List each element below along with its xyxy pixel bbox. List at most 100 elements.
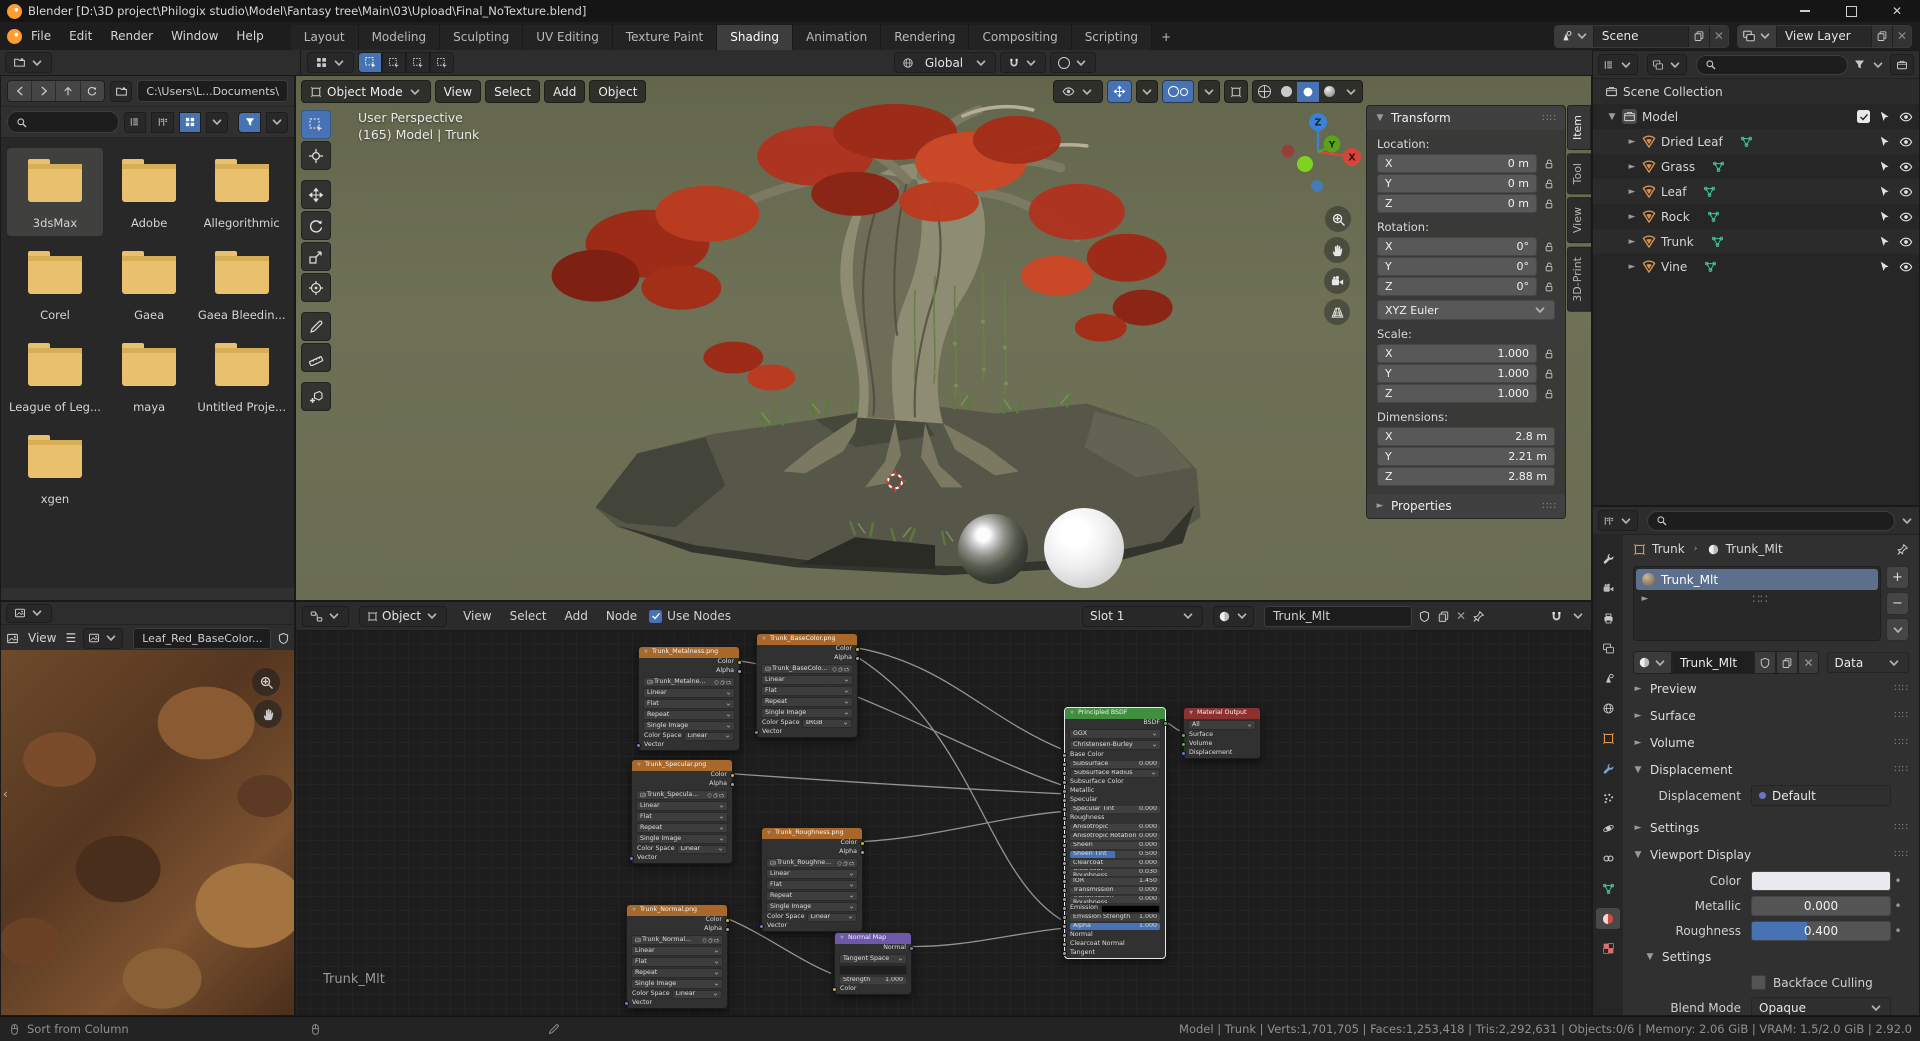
output-socket[interactable]	[737, 669, 742, 674]
output-socket[interactable]	[860, 850, 865, 855]
bsdf-input-row[interactable]: Base Color	[1062, 751, 1165, 760]
tab-object-icon[interactable]	[1596, 728, 1620, 749]
projection-dropdown[interactable]: Flat	[766, 880, 858, 890]
select-mode-new-button[interactable]	[358, 52, 382, 73]
scale-field[interactable]: Y 1.000	[1377, 364, 1537, 383]
expand-icon[interactable]: ►	[1627, 262, 1637, 272]
sidebar-tab[interactable]: View	[1567, 197, 1591, 244]
viewport-menu[interactable]: Object	[589, 80, 647, 103]
tool-transform[interactable]	[301, 273, 331, 302]
image-name-field[interactable]: Leaf_Red_BaseColor...	[133, 627, 272, 649]
source-dropdown[interactable]: Single Image	[636, 834, 728, 844]
rotation-field[interactable]: Y 0°	[1377, 257, 1537, 276]
input-socket[interactable]	[1062, 942, 1067, 947]
outliner-row-object[interactable]: ► Leaf	[1593, 179, 1919, 204]
selectable-icon[interactable]	[1878, 260, 1891, 273]
tool-scale[interactable]	[301, 242, 331, 271]
lock-icon[interactable]	[1543, 388, 1555, 400]
extension-dropdown[interactable]: Repeat	[631, 968, 723, 978]
outliner-search-input[interactable]	[1696, 54, 1848, 75]
tab-particles-icon[interactable]	[1596, 788, 1620, 809]
folder-item[interactable]: xgen	[7, 424, 103, 512]
outliner-row-scene-collection[interactable]: Scene Collection	[1593, 79, 1919, 104]
topbar-menu[interactable]: Window	[162, 26, 227, 46]
scale-field[interactable]: X 1.000	[1377, 344, 1537, 363]
bsdf-input-row[interactable]: Tangent	[1062, 949, 1165, 958]
panel-preview[interactable]: ► Preview ∷∷	[1623, 676, 1919, 701]
outliner-display-mode-dropdown[interactable]	[1647, 54, 1687, 75]
path-field[interactable]: C:\Users\L...Documents\	[137, 80, 288, 102]
input-socket[interactable]	[1062, 861, 1067, 866]
forward-button[interactable]	[32, 81, 57, 101]
lock-icon[interactable]	[1543, 368, 1555, 380]
source-dropdown[interactable]: Single Image	[643, 721, 735, 731]
workspace-tab[interactable]: Compositing	[969, 25, 1072, 50]
viewport-metallic-slider[interactable]: 0.000	[1751, 895, 1891, 916]
workspace-tab[interactable]: Sculpting	[440, 25, 524, 50]
panel-viewport-display[interactable]: ▼ Viewport Display ∷∷	[1623, 842, 1919, 867]
input-socket[interactable]	[1062, 816, 1067, 821]
gizmos-dropdown[interactable]	[1136, 80, 1158, 103]
output-socket[interactable]	[855, 647, 860, 652]
source-dropdown[interactable]: Single Image	[766, 902, 858, 912]
blend-mode-dropdown[interactable]: Opaque	[1751, 997, 1891, 1015]
interpolation-dropdown[interactable]: Linear	[643, 688, 735, 698]
tab-render-icon[interactable]	[1596, 578, 1620, 599]
navigation-gizmo[interactable]: Z Y X	[1276, 104, 1372, 200]
lock-icon[interactable]	[1543, 261, 1555, 273]
hide-icon[interactable]	[1899, 235, 1913, 249]
gizmos-toggle[interactable]	[1107, 80, 1132, 103]
selectable-icon[interactable]	[1878, 160, 1891, 173]
topbar-menu[interactable]: File	[22, 26, 60, 46]
transform-orientation-dropdown[interactable]: Global	[894, 52, 996, 73]
select-mode-subtract-button[interactable]	[406, 52, 430, 73]
bsdf-input-row[interactable]: Sheen 0.000	[1062, 841, 1165, 850]
scale-field[interactable]: Z 1.000	[1377, 384, 1537, 403]
image-zoom-button[interactable]	[252, 668, 280, 696]
hide-icon[interactable]	[1899, 260, 1913, 274]
interpolation-dropdown[interactable]: Linear	[636, 801, 728, 811]
viewport-color-swatch[interactable]	[1751, 870, 1891, 891]
new-collection-button[interactable]	[1890, 54, 1914, 75]
sidebar-tab[interactable]: Item	[1567, 105, 1591, 151]
image-texture-node[interactable]: ▼ Trunk_Metalness.png Color Alpha Trunk_M…	[636, 646, 742, 751]
workspace-tab[interactable]: UV Editing	[523, 25, 613, 50]
tool-annotate[interactable]	[301, 312, 331, 341]
display-thumbnails-button[interactable]	[178, 111, 202, 133]
up-button[interactable]	[56, 81, 81, 101]
unlink-material-button[interactable]: ✕	[1456, 609, 1466, 623]
folder-item[interactable]: maya	[105, 332, 193, 420]
viewport-pan-button[interactable]	[1324, 237, 1350, 263]
input-socket[interactable]	[1062, 798, 1067, 803]
tab-output-icon[interactable]	[1596, 608, 1620, 629]
shader-editor-menu[interactable]: Node	[600, 606, 643, 626]
tool-cursor[interactable]	[301, 141, 331, 170]
expand-icon[interactable]: ►	[1627, 237, 1637, 247]
properties-search-input[interactable]	[1647, 510, 1895, 531]
expand-icon[interactable]: ▼	[1607, 112, 1617, 122]
extension-dropdown[interactable]: Repeat	[636, 823, 728, 833]
material-slot-list[interactable]: Trunk_Mlt ► ∷∷	[1633, 566, 1881, 641]
extension-dropdown[interactable]: Repeat	[761, 697, 853, 707]
colorspace-dropdown[interactable]: Linear	[676, 845, 727, 854]
tab-tool-icon[interactable]	[1596, 548, 1620, 569]
tool-rotate[interactable]	[301, 211, 331, 240]
pin-icon[interactable]	[1472, 610, 1485, 623]
normal-space-dropdown[interactable]: Tangent Space	[839, 954, 907, 964]
viewport-zoom-button[interactable]	[1325, 206, 1351, 232]
hide-icon[interactable]	[1899, 135, 1913, 149]
select-mode-extend-button[interactable]	[382, 52, 406, 73]
extension-dropdown[interactable]: Repeat	[766, 891, 858, 901]
outliner-editor-type-button[interactable]	[1598, 54, 1638, 75]
projection-dropdown[interactable]: Flat	[636, 812, 728, 822]
outliner-row-object[interactable]: ► Grass	[1593, 154, 1919, 179]
hide-icon[interactable]	[1899, 110, 1913, 124]
viewport-menu[interactable]: Add	[544, 80, 586, 103]
bsdf-input-row[interactable]: Specular Tint 0.000	[1062, 805, 1165, 814]
tool-measure[interactable]	[301, 343, 331, 372]
input-socket[interactable]	[1062, 933, 1067, 938]
output-socket[interactable]	[855, 656, 860, 661]
viewport-perspective-button[interactable]	[1324, 299, 1350, 325]
shader-editor-menu[interactable]: View	[457, 606, 497, 626]
add-workspace-button[interactable]: +	[1152, 25, 1180, 50]
